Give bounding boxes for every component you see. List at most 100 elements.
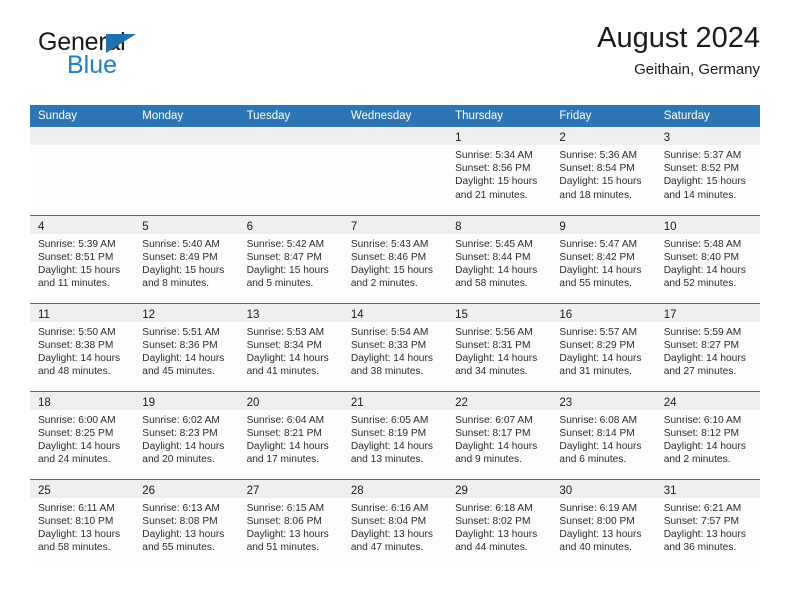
sunrise-text: Sunrise: 5:54 AM bbox=[350, 326, 429, 338]
general-blue-logo[interactable]: General Blue bbox=[38, 30, 238, 86]
daylight-text-line1: Daylight: 13 hours bbox=[142, 528, 225, 540]
calendar-day-cell[interactable]: 10 Sunrise: 5:48 AM Sunset: 8:40 PM Dayligh… bbox=[655, 214, 760, 303]
calendar-day-cell[interactable]: 23 Sunrise: 6:08 AM Sunset: 8:14 PM Dayligh… bbox=[551, 390, 656, 479]
day-number-band: 18 bbox=[30, 391, 135, 410]
sunrise-text: Sunrise: 5:50 AM bbox=[38, 326, 116, 338]
calendar-day-cell[interactable]: 24 Sunrise: 6:10 AM Sunset: 8:12 PM Dayligh… bbox=[655, 390, 760, 479]
weekday-header-saturday: Saturday bbox=[655, 105, 760, 127]
weekday-header-sunday: Sunday bbox=[30, 105, 135, 127]
sunset-text: Sunset: 8:34 PM bbox=[246, 339, 322, 351]
sunset-text: Sunset: 8:08 PM bbox=[142, 515, 218, 527]
calendar-day-cell[interactable]: 12 Sunrise: 5:51 AM Sunset: 8:36 PM Dayligh… bbox=[134, 302, 239, 391]
daylight-text-line2: and 2 minutes. bbox=[350, 278, 418, 290]
day-details: Sunrise: 6:16 AM Sunset: 8:04 PM Daylight:… bbox=[343, 498, 447, 555]
day-cell-inner: 22 Sunrise: 6:07 AM Sunset: 8:17 PM Dayligh… bbox=[447, 391, 552, 479]
day-number-band bbox=[134, 127, 239, 145]
sunrise-text: Sunrise: 6:00 AM bbox=[38, 414, 116, 426]
day-number: 7 bbox=[350, 220, 358, 233]
calendar-day-cell-empty bbox=[30, 127, 135, 215]
day-number: 20 bbox=[246, 396, 260, 409]
daylight-text-line2: and 41 minutes. bbox=[246, 366, 320, 378]
day-cell-inner: 16 Sunrise: 5:57 AM Sunset: 8:29 PM Dayligh… bbox=[551, 303, 656, 391]
day-cell-inner: 20 Sunrise: 6:04 AM Sunset: 8:21 PM Dayligh… bbox=[238, 391, 343, 479]
calendar-day-cell[interactable]: 19 Sunrise: 6:02 AM Sunset: 8:23 PM Dayligh… bbox=[134, 390, 239, 479]
calendar-day-cell[interactable]: 14 Sunrise: 5:54 AM Sunset: 8:33 PM Dayligh… bbox=[342, 302, 448, 391]
day-number-band: 23 bbox=[551, 391, 656, 410]
day-number-band: 7 bbox=[342, 215, 448, 234]
day-number-band: 30 bbox=[551, 479, 656, 498]
sunset-text: Sunset: 8:00 PM bbox=[559, 515, 635, 527]
sunset-text: Sunset: 8:23 PM bbox=[142, 427, 218, 439]
calendar-day-cell[interactable]: 6 Sunrise: 5:42 AM Sunset: 8:47 PM Daylight… bbox=[238, 214, 343, 303]
day-number: 19 bbox=[142, 396, 156, 409]
calendar-day-cell[interactable]: 9 Sunrise: 5:47 AM Sunset: 8:42 PM Daylight… bbox=[551, 214, 656, 303]
calendar-day-cell[interactable]: 22 Sunrise: 6:07 AM Sunset: 8:17 PM Dayligh… bbox=[447, 390, 552, 479]
daylight-text-line2: and 48 minutes. bbox=[38, 366, 111, 378]
calendar-day-cell[interactable]: 4 Sunrise: 5:39 AM Sunset: 8:51 PM Daylight… bbox=[30, 214, 135, 303]
day-details: Sunrise: 5:40 AM Sunset: 8:49 PM Daylight:… bbox=[134, 234, 238, 291]
page-subtitle-location: Geithain, Germany bbox=[634, 61, 760, 79]
day-number: 18 bbox=[38, 396, 51, 409]
day-details: Sunrise: 6:04 AM Sunset: 8:21 PM Daylight:… bbox=[239, 410, 343, 467]
calendar-day-cell[interactable]: 29 Sunrise: 6:18 AM Sunset: 8:02 PM Dayligh… bbox=[447, 478, 552, 567]
day-number-band: 25 bbox=[30, 479, 135, 498]
daylight-text-line1: Daylight: 15 hours bbox=[246, 264, 329, 276]
day-cell-inner: 14 Sunrise: 5:54 AM Sunset: 8:33 PM Dayligh… bbox=[342, 303, 448, 391]
day-details: Sunrise: 5:43 AM Sunset: 8:46 PM Daylight:… bbox=[343, 234, 447, 291]
sunrise-text: Sunrise: 6:21 AM bbox=[663, 502, 742, 514]
day-cell-inner: 19 Sunrise: 6:02 AM Sunset: 8:23 PM Dayligh… bbox=[134, 391, 239, 479]
daylight-text-line1: Daylight: 13 hours bbox=[559, 528, 642, 540]
daylight-text-line1: Daylight: 13 hours bbox=[455, 528, 538, 540]
day-number-band: 14 bbox=[342, 303, 448, 322]
calendar-day-cell[interactable]: 16 Sunrise: 5:57 AM Sunset: 8:29 PM Dayligh… bbox=[551, 302, 656, 391]
calendar-day-cell[interactable]: 1 Sunrise: 5:34 AM Sunset: 8:56 PM Daylight… bbox=[447, 127, 552, 215]
day-cell-inner: 25 Sunrise: 6:11 AM Sunset: 8:10 PM Dayligh… bbox=[30, 479, 135, 568]
sunset-text: Sunset: 8:40 PM bbox=[663, 251, 740, 263]
day-number-band bbox=[30, 127, 135, 145]
calendar-day-cell[interactable]: 20 Sunrise: 6:04 AM Sunset: 8:21 PM Dayligh… bbox=[238, 390, 343, 479]
calendar-day-cell[interactable]: 8 Sunrise: 5:45 AM Sunset: 8:44 PM Daylight… bbox=[447, 214, 552, 303]
day-details: Sunrise: 6:07 AM Sunset: 8:17 PM Daylight:… bbox=[447, 410, 551, 467]
calendar-day-cell[interactable]: 28 Sunrise: 6:16 AM Sunset: 8:04 PM Dayligh… bbox=[342, 478, 448, 567]
sunset-text: Sunset: 8:17 PM bbox=[455, 427, 531, 439]
calendar-day-cell[interactable]: 11 Sunrise: 5:50 AM Sunset: 8:38 PM Dayligh… bbox=[30, 302, 135, 391]
calendar-day-cell[interactable]: 18 Sunrise: 6:00 AM Sunset: 8:25 PM Dayligh… bbox=[30, 390, 135, 479]
day-details: Sunrise: 5:48 AM Sunset: 8:40 PM Daylight:… bbox=[656, 234, 760, 291]
daylight-text-line1: Daylight: 14 hours bbox=[246, 352, 329, 364]
calendar-day-cell[interactable]: 5 Sunrise: 5:40 AM Sunset: 8:49 PM Daylight… bbox=[134, 214, 239, 303]
day-details: Sunrise: 6:00 AM Sunset: 8:25 PM Daylight:… bbox=[30, 410, 134, 467]
day-cell-inner: 24 Sunrise: 6:10 AM Sunset: 8:12 PM Dayligh… bbox=[655, 391, 760, 479]
sunset-text: Sunset: 8:10 PM bbox=[38, 515, 114, 527]
sunrise-text: Sunrise: 5:42 AM bbox=[246, 238, 325, 250]
calendar-day-cell[interactable]: 13 Sunrise: 5:53 AM Sunset: 8:34 PM Dayligh… bbox=[238, 302, 343, 391]
calendar-day-cell[interactable]: 15 Sunrise: 5:56 AM Sunset: 8:31 PM Dayligh… bbox=[447, 302, 552, 391]
calendar-day-cell[interactable]: 26 Sunrise: 6:13 AM Sunset: 8:08 PM Dayligh… bbox=[134, 478, 239, 567]
calendar-day-cell[interactable]: 7 Sunrise: 5:43 AM Sunset: 8:46 PM Daylight… bbox=[342, 214, 448, 303]
day-details: Sunrise: 6:10 AM Sunset: 8:12 PM Daylight:… bbox=[656, 410, 760, 467]
daylight-text-line2: and 58 minutes. bbox=[455, 278, 528, 290]
calendar-day-cell[interactable]: 27 Sunrise: 6:15 AM Sunset: 8:06 PM Dayligh… bbox=[238, 478, 343, 567]
calendar-day-cell[interactable]: 3 Sunrise: 5:37 AM Sunset: 8:52 PM Daylight… bbox=[655, 127, 760, 215]
day-number: 6 bbox=[246, 220, 253, 233]
calendar-day-cell[interactable]: 2 Sunrise: 5:36 AM Sunset: 8:54 PM Daylight… bbox=[551, 127, 656, 215]
sunset-text: Sunset: 8:42 PM bbox=[559, 251, 635, 263]
day-cell-inner: 7 Sunrise: 5:43 AM Sunset: 8:46 PM Daylight… bbox=[342, 215, 448, 303]
day-cell-inner: 4 Sunrise: 5:39 AM Sunset: 8:51 PM Daylight… bbox=[30, 215, 135, 303]
sunrise-text: Sunrise: 5:36 AM bbox=[559, 150, 637, 161]
daylight-text-line1: Daylight: 13 hours bbox=[350, 528, 433, 540]
day-cell-inner: 11 Sunrise: 5:50 AM Sunset: 8:38 PM Dayligh… bbox=[30, 303, 135, 391]
calendar-day-cell[interactable]: 30 Sunrise: 6:19 AM Sunset: 8:00 PM Dayligh… bbox=[551, 478, 656, 567]
calendar-week-row: 25 Sunrise: 6:11 AM Sunset: 8:10 PM Dayligh… bbox=[30, 478, 760, 568]
daylight-text-line2: and 47 minutes. bbox=[350, 542, 424, 554]
calendar-day-cell[interactable]: 17 Sunrise: 5:59 AM Sunset: 8:27 PM Dayligh… bbox=[655, 302, 760, 391]
sunrise-text: Sunrise: 6:10 AM bbox=[663, 414, 742, 426]
calendar-day-cell-empty bbox=[342, 127, 448, 215]
daylight-text-line2: and 24 minutes. bbox=[38, 454, 111, 466]
calendar-day-cell[interactable]: 31 Sunrise: 6:21 AM Sunset: 7:57 PM Dayligh… bbox=[655, 478, 760, 567]
day-details: Sunrise: 6:05 AM Sunset: 8:19 PM Daylight:… bbox=[343, 410, 447, 467]
daylight-text-line2: and 14 minutes. bbox=[663, 189, 737, 201]
day-number: 23 bbox=[559, 396, 573, 409]
calendar-day-cell[interactable]: 25 Sunrise: 6:11 AM Sunset: 8:10 PM Dayligh… bbox=[30, 478, 135, 568]
day-number-band: 13 bbox=[238, 303, 343, 322]
calendar-day-cell[interactable]: 21 Sunrise: 6:05 AM Sunset: 8:19 PM Dayligh… bbox=[342, 390, 448, 479]
